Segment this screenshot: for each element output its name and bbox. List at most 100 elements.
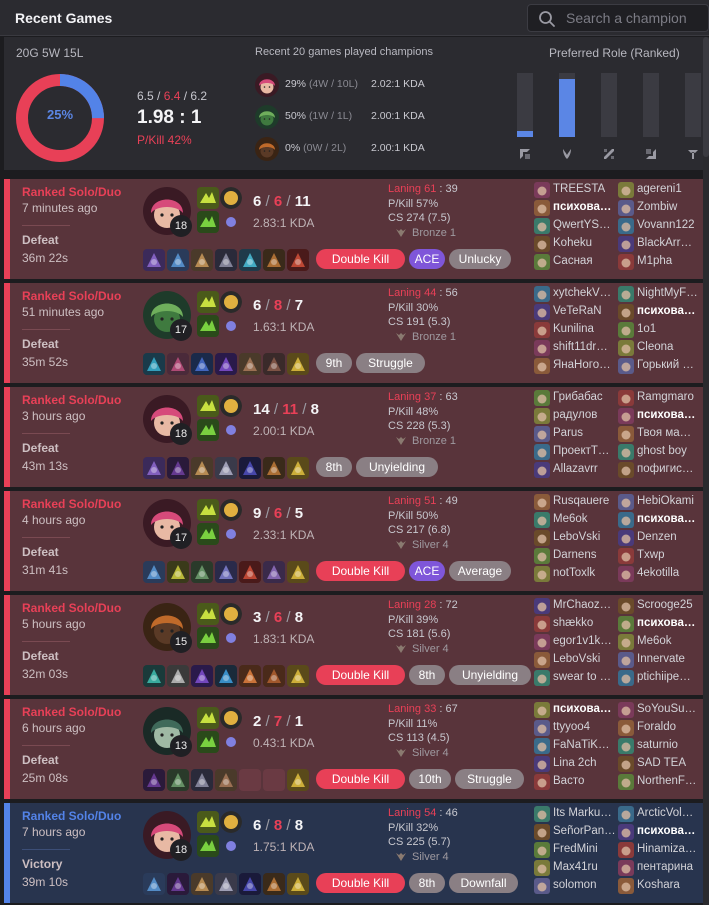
participant[interactable]: solomon bbox=[534, 878, 616, 894]
participant-name[interactable]: радулов bbox=[553, 409, 616, 421]
summoner-spell-icon[interactable] bbox=[197, 211, 219, 233]
participant-name[interactable]: ПроектТ… bbox=[553, 445, 616, 457]
participant[interactable]: Innervate bbox=[618, 652, 700, 668]
participant[interactable]: психова… bbox=[618, 616, 700, 632]
summoner-spell-icon[interactable] bbox=[197, 523, 219, 545]
rune-icon[interactable] bbox=[220, 315, 242, 337]
participant[interactable]: Lina 2ch bbox=[534, 756, 616, 772]
participant[interactable]: психова… bbox=[618, 512, 700, 528]
participant-name[interactable]: Innervate bbox=[637, 653, 700, 665]
summoner-spell-icon[interactable] bbox=[197, 187, 219, 209]
participant-name[interactable]: Васто bbox=[553, 775, 616, 787]
item-icon[interactable] bbox=[263, 457, 285, 479]
participant-name[interactable]: SoYouSu… bbox=[637, 703, 700, 715]
item-icon[interactable] bbox=[167, 249, 189, 271]
participant[interactable]: shift11dr… bbox=[534, 340, 616, 356]
rune-icon[interactable] bbox=[220, 811, 242, 833]
item-icon[interactable] bbox=[191, 353, 213, 375]
item-icon[interactable] bbox=[215, 353, 237, 375]
item-icon[interactable] bbox=[215, 665, 237, 687]
participant[interactable]: LeboVski bbox=[534, 652, 616, 668]
participant-name[interactable]: Kunilina bbox=[553, 323, 616, 335]
item-icon[interactable] bbox=[167, 353, 189, 375]
summoner-spell-icon[interactable] bbox=[197, 811, 219, 833]
item-icon[interactable] bbox=[263, 353, 285, 375]
participant-name[interactable]: M1pha bbox=[637, 255, 700, 267]
participant-name[interactable]: ghost boy bbox=[637, 445, 700, 457]
rune-icon[interactable] bbox=[220, 523, 242, 545]
participant[interactable]: FaNaTiK… bbox=[534, 738, 616, 754]
item-icon[interactable] bbox=[191, 561, 213, 583]
participant-name[interactable]: HebiOkami bbox=[637, 495, 700, 507]
item-icon[interactable] bbox=[215, 249, 237, 271]
item-icon[interactable] bbox=[287, 665, 309, 687]
participant-name[interactable]: TREESTA bbox=[553, 183, 616, 195]
participant-name[interactable]: Its Marku… bbox=[553, 807, 616, 819]
participant[interactable]: HebiOkami bbox=[618, 494, 700, 510]
participant[interactable]: ttyyoo4 bbox=[534, 720, 616, 736]
item-icon[interactable] bbox=[239, 873, 261, 895]
participant[interactable]: Allazavrr bbox=[534, 462, 616, 478]
rune-icon[interactable] bbox=[220, 291, 242, 313]
participant-name[interactable]: Ramgmaro bbox=[637, 391, 700, 403]
game-card[interactable]: Ranked Solo/Duo 5 hours ago Defeat 32m 03s 1… bbox=[4, 595, 709, 695]
participant[interactable]: notToxlk bbox=[534, 566, 616, 582]
participant-name[interactable]: shift11dr… bbox=[553, 341, 616, 353]
participant-name[interactable]: FaNaTiK… bbox=[553, 739, 616, 751]
summoner-spell-icon[interactable] bbox=[197, 291, 219, 313]
participant[interactable]: SeñorPan… bbox=[534, 824, 616, 840]
champion-search-box[interactable] bbox=[527, 4, 709, 32]
participant-name[interactable]: Hinamiza… bbox=[637, 843, 700, 855]
participant-name[interactable]: Koheku bbox=[553, 237, 616, 249]
participant[interactable]: Max41ru bbox=[534, 860, 616, 876]
participant[interactable]: FredMini bbox=[534, 842, 616, 858]
item-icon[interactable] bbox=[143, 665, 165, 687]
participant-name[interactable]: agereni1 bbox=[637, 183, 700, 195]
item-icon[interactable] bbox=[167, 769, 189, 791]
participant[interactable]: радулов bbox=[534, 408, 616, 424]
item-icon[interactable] bbox=[287, 561, 309, 583]
participant[interactable]: ghost boy bbox=[618, 444, 700, 460]
participant-name[interactable]: Rusqauere bbox=[553, 495, 616, 507]
participant[interactable]: ptichiipe… bbox=[618, 670, 700, 686]
game-card[interactable]: Ranked Solo/Duo 7 minutes ago Defeat 36m 22… bbox=[4, 179, 709, 279]
participant-name[interactable]: swear to … bbox=[553, 671, 616, 683]
participant-name[interactable]: Твоя ма… bbox=[637, 427, 700, 439]
participant-name[interactable]: психова… bbox=[637, 617, 700, 629]
scrollbar-thumb[interactable] bbox=[703, 37, 709, 157]
game-card[interactable]: Ranked Solo/Duo 6 hours ago Defeat 25m 08s 1… bbox=[4, 699, 709, 799]
participant-name[interactable]: ЯнаНого… bbox=[553, 359, 616, 371]
item-icon[interactable] bbox=[167, 665, 189, 687]
rune-icon[interactable] bbox=[220, 211, 242, 233]
participant[interactable]: Foraldo bbox=[618, 720, 700, 736]
item-icon[interactable] bbox=[287, 249, 309, 271]
participant[interactable]: Koshara bbox=[618, 878, 700, 894]
participant[interactable]: VeTeRaN bbox=[534, 304, 616, 320]
participant[interactable]: Cleona bbox=[618, 340, 700, 356]
participant-name[interactable]: Scrooge25 bbox=[637, 599, 700, 611]
participant-name[interactable]: Zombiw bbox=[637, 201, 700, 213]
participant-name[interactable]: notToxlk bbox=[553, 567, 616, 579]
participant-name[interactable]: Allazavrr bbox=[553, 463, 616, 475]
rune-icon[interactable] bbox=[220, 419, 242, 441]
participant-name[interactable]: SAD TEA bbox=[637, 757, 700, 769]
participant-name[interactable]: пентарина bbox=[637, 861, 700, 873]
participant-name[interactable]: Me6ok bbox=[553, 513, 616, 525]
item-icon[interactable] bbox=[143, 249, 165, 271]
participant[interactable]: Koheku bbox=[534, 236, 616, 252]
scrollbar[interactable] bbox=[703, 37, 709, 905]
participant[interactable]: 4ekotilla bbox=[618, 566, 700, 582]
item-icon[interactable] bbox=[239, 353, 261, 375]
summoner-spell-icon[interactable] bbox=[197, 603, 219, 625]
participant[interactable]: Its Marku… bbox=[534, 806, 616, 822]
participant[interactable]: Горький … bbox=[618, 358, 700, 374]
participant-name[interactable]: пофигис… bbox=[637, 463, 700, 475]
item-icon[interactable] bbox=[191, 769, 213, 791]
item-icon[interactable] bbox=[263, 873, 285, 895]
participant[interactable]: психова… bbox=[618, 304, 700, 320]
participant-name[interactable]: 4ekotilla bbox=[637, 567, 700, 579]
participant-name[interactable]: 1o1 bbox=[637, 323, 700, 335]
participant-name[interactable]: BlackArr… bbox=[637, 237, 700, 249]
rune-icon[interactable] bbox=[220, 627, 242, 649]
participant-name[interactable]: MrChaoz… bbox=[553, 599, 616, 611]
